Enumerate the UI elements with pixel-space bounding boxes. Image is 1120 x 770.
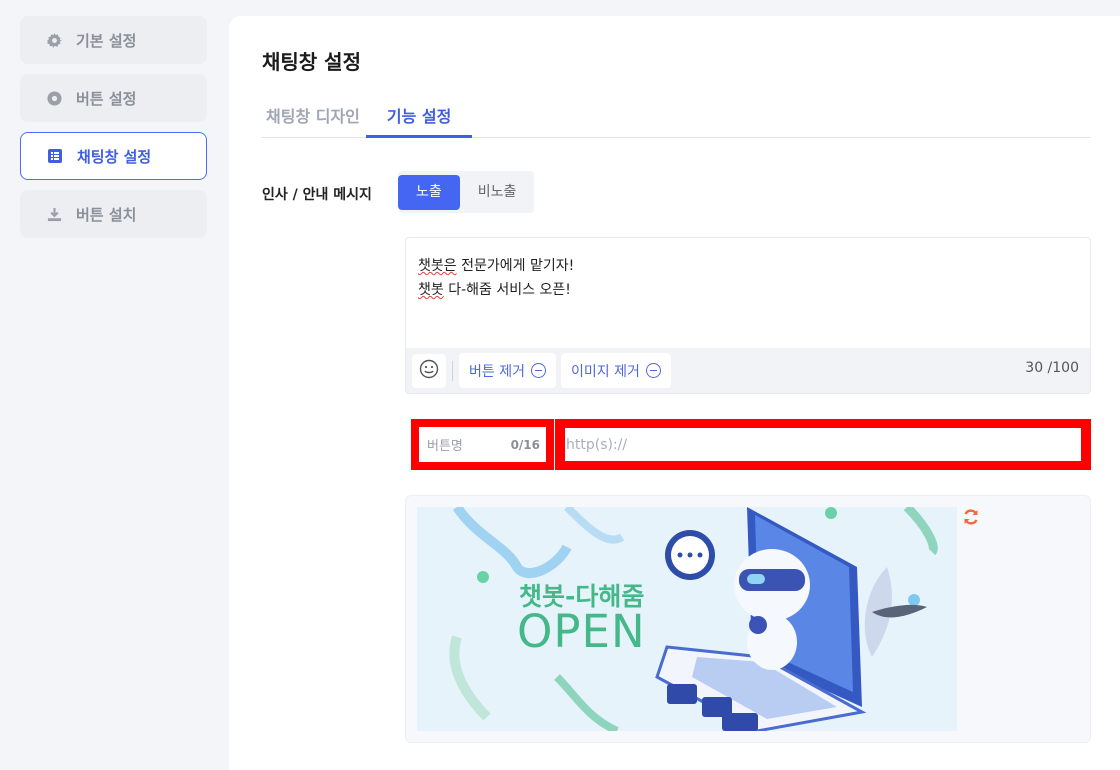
sidebar-item-button-install[interactable]: 버튼 설치 — [20, 190, 207, 238]
button-url-field[interactable]: http(s):// — [565, 428, 1081, 461]
remove-image-label: 이미지 제거 — [570, 363, 640, 380]
download-icon — [46, 206, 62, 222]
message-line-1: 전문가에게 맡기자! — [456, 258, 575, 274]
remove-button-label: 버튼 제거 — [469, 363, 525, 380]
remove-image-button[interactable]: 이미지 제거 — [560, 353, 671, 388]
sidebar-item-label: 버튼 설정 — [76, 89, 137, 108]
button-name-counter: 0/16 — [510, 437, 540, 452]
banner-illustration — [449, 507, 938, 731]
button-url-field-highlight: http(s):// — [555, 419, 1091, 470]
remove-button-button[interactable]: 버튼 제거 — [459, 353, 556, 388]
list-icon — [47, 148, 63, 164]
greeting-message-editor[interactable]: 챗봇은 전문가에게 맡기자! 챗봇 다-해줌 서비스 오픈! 버튼 제거 이미지… — [405, 237, 1091, 394]
gear-icon — [46, 32, 62, 48]
emoji-button[interactable] — [412, 353, 446, 388]
page-title: 채팅창 설정 — [262, 50, 361, 74]
spellcheck-word: 챗봇 — [418, 282, 444, 298]
minus-circle-icon — [645, 363, 661, 378]
hide-option-button[interactable]: 비노출 — [460, 175, 535, 210]
char-counter: 30 /100 — [1025, 360, 1079, 376]
sidebar-item-button-settings[interactable]: 버튼 설정 — [20, 74, 207, 122]
greeting-label: 인사 / 안내 메시지 — [262, 187, 372, 203]
sidebar-item-label: 버튼 설치 — [76, 205, 137, 224]
main-panel: 채팅창 설정 채팅창 디자인 기능 설정 인사 / 안내 메시지 노출 비노출 … — [229, 16, 1120, 770]
message-line-2: 다-해줌 서비스 오픈! — [443, 282, 571, 298]
tab-bar: 채팅창 디자인 기능 설정 — [262, 102, 1090, 138]
sidebar: 기본 설정 버튼 설정 채팅창 설정 버튼 설치 — [20, 16, 207, 248]
button-url-placeholder: http(s):// — [566, 436, 628, 453]
sidebar-item-label: 채팅창 설정 — [77, 147, 152, 166]
refresh-icon[interactable] — [962, 508, 980, 526]
sidebar-item-basic-settings[interactable]: 기본 설정 — [20, 16, 207, 64]
button-name-field[interactable]: 버튼명 0/16 — [419, 427, 546, 462]
record-icon — [46, 90, 62, 106]
greeting-message-text[interactable]: 챗봇은 전문가에게 맡기자! 챗봇 다-해줌 서비스 오픈! — [406, 238, 1090, 350]
sidebar-item-chat-settings[interactable]: 채팅창 설정 — [20, 132, 207, 180]
smiley-icon — [419, 359, 439, 383]
button-name-placeholder: 버튼명 — [427, 439, 463, 454]
minus-circle-icon — [530, 363, 546, 378]
banner-image: 챗봇-다해줌 OPEN — [417, 507, 957, 731]
toolbar-divider — [452, 360, 453, 381]
editor-toolbar: 버튼 제거 이미지 제거 30 /100 — [406, 348, 1090, 393]
tab-chat-design[interactable]: 채팅창 디자인 — [262, 102, 364, 138]
image-area: 챗봇-다해줌 OPEN — [405, 495, 1091, 743]
banner-subtitle: OPEN — [517, 605, 646, 658]
tab-feature-settings[interactable]: 기능 설정 — [365, 102, 473, 138]
visibility-toggle: 노출 비노출 — [398, 171, 535, 213]
spellcheck-word: 챗봇은 — [418, 258, 457, 274]
show-option-button[interactable]: 노출 — [398, 174, 460, 210]
sidebar-item-label: 기본 설정 — [76, 31, 137, 50]
button-name-field-highlight: 버튼명 0/16 — [411, 419, 554, 470]
